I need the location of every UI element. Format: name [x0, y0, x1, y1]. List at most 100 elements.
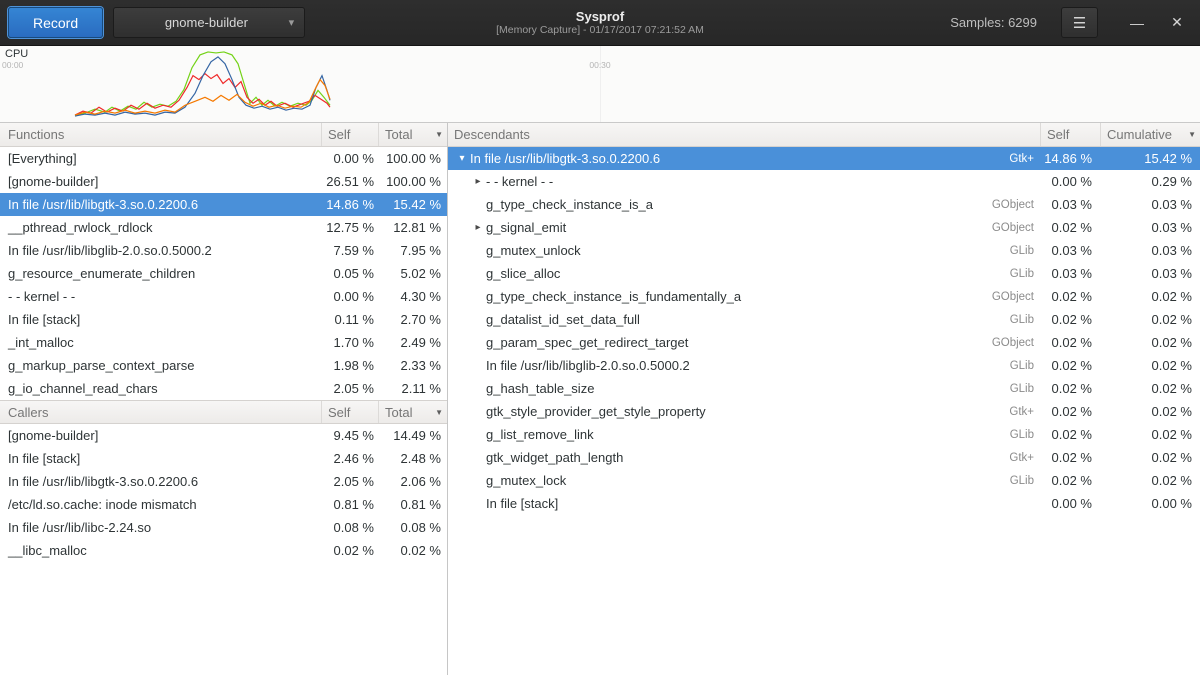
- library-tag: Gtk+: [1009, 406, 1040, 418]
- expander-icon[interactable]: ▸: [470, 222, 486, 233]
- record-button[interactable]: Record: [8, 7, 103, 38]
- descendants-table-row[interactable]: g_type_check_instance_is_a GObject 0.03 …: [448, 193, 1200, 216]
- expander-icon[interactable]: ▸: [470, 176, 486, 187]
- hamburger-icon: ☰: [1073, 15, 1086, 32]
- column-header-callers[interactable]: Callers: [0, 401, 321, 423]
- descendants-table-row[interactable]: ▾ In file /usr/lib/libgtk-3.so.0.2200.6 …: [448, 147, 1200, 170]
- process-selector-dropdown[interactable]: gnome-builder ▾: [113, 7, 305, 38]
- library-tag: GObject: [992, 337, 1040, 349]
- library-tag: GObject: [992, 222, 1040, 234]
- functions-table-row[interactable]: _int_malloc 1.70 % 2.49 %: [0, 331, 447, 354]
- library-tag: GLib: [1010, 245, 1040, 257]
- column-header-total-label: Total: [385, 127, 412, 142]
- menu-button[interactable]: ☰: [1061, 7, 1098, 38]
- descendants-table-row[interactable]: g_list_remove_link GLib 0.02 % 0.02 %: [448, 423, 1200, 446]
- descendant-name-cell: g_mutex_lock GLib: [448, 473, 1040, 488]
- functions-table-row[interactable]: [Everything] 0.00 % 100.00 %: [0, 147, 447, 170]
- column-header-self[interactable]: Self: [1040, 123, 1100, 146]
- descendant-name: g_type_check_instance_is_a: [486, 197, 653, 212]
- functions-table-row[interactable]: g_markup_parse_context_parse 1.98 % 2.33…: [0, 354, 447, 377]
- total-percent: 4.30 %: [378, 289, 447, 304]
- self-percent: 14.86 %: [1040, 151, 1100, 166]
- callers-table-row[interactable]: In file /usr/lib/libc-2.24.so 0.08 % 0.0…: [0, 516, 447, 539]
- sysprof-window: Record gnome-builder ▾ Sysprof [Memory C…: [0, 0, 1200, 675]
- descendant-name-cell: g_datalist_id_set_data_full GLib: [448, 312, 1040, 327]
- descendant-name: g_param_spec_get_redirect_target: [486, 335, 688, 350]
- self-percent: 0.00 %: [1040, 496, 1100, 511]
- self-percent: 2.05 %: [321, 474, 378, 489]
- self-percent: 0.08 %: [321, 520, 378, 535]
- functions-table-row[interactable]: [gnome-builder] 26.51 % 100.00 %: [0, 170, 447, 193]
- descendants-table-row[interactable]: g_hash_table_size GLib 0.02 % 0.02 %: [448, 377, 1200, 400]
- descendants-table-row[interactable]: g_datalist_id_set_data_full GLib 0.02 % …: [448, 308, 1200, 331]
- callers-table-row[interactable]: In file /usr/lib/libgtk-3.so.0.2200.6 2.…: [0, 470, 447, 493]
- functions-table-row[interactable]: g_resource_enumerate_children 0.05 % 5.0…: [0, 262, 447, 285]
- self-percent: 7.59 %: [321, 243, 378, 258]
- descendant-name-cell: g_mutex_unlock GLib: [448, 243, 1040, 258]
- total-percent: 5.02 %: [378, 266, 447, 281]
- descendants-table-row[interactable]: ▸ g_signal_emit GObject 0.02 % 0.03 %: [448, 216, 1200, 239]
- left-panel: Functions Self Total ▼ [Everything] 0.00…: [0, 123, 448, 675]
- callers-table-row[interactable]: In file [stack] 2.46 % 2.48 %: [0, 447, 447, 470]
- cumulative-percent: 0.03 %: [1100, 220, 1200, 235]
- expander-icon[interactable]: ▾: [454, 153, 470, 164]
- caller-name: In file [stack]: [0, 451, 321, 466]
- functions-table-row[interactable]: In file [stack] 0.11 % 2.70 %: [0, 308, 447, 331]
- column-header-total-label: Total: [385, 405, 412, 420]
- functions-table-row[interactable]: In file /usr/lib/libgtk-3.so.0.2200.6 14…: [0, 193, 447, 216]
- minimize-button[interactable]: —: [1122, 8, 1152, 38]
- sort-indicator-icon: ▼: [1188, 130, 1200, 139]
- descendant-name-cell: In file [stack]: [448, 496, 1040, 511]
- cpu-timeline-graph[interactable]: CPU 00:00 00:30: [0, 46, 1200, 123]
- callers-table-row[interactable]: [gnome-builder] 9.45 % 14.49 %: [0, 424, 447, 447]
- library-tag: GLib: [1010, 314, 1040, 326]
- column-header-descendants[interactable]: Descendants: [448, 123, 1040, 146]
- callers-table-row[interactable]: __libc_malloc 0.02 % 0.02 %: [0, 539, 447, 562]
- column-header-total[interactable]: Total ▼: [378, 123, 447, 146]
- descendant-name-cell: g_slice_alloc GLib: [448, 266, 1040, 281]
- total-percent: 2.70 %: [378, 312, 447, 327]
- descendant-name-cell: g_list_remove_link GLib: [448, 427, 1040, 442]
- descendants-table-row[interactable]: g_type_check_instance_is_fundamentally_a…: [448, 285, 1200, 308]
- function-name: [gnome-builder]: [0, 174, 321, 189]
- caller-name: /etc/ld.so.cache: inode mismatch: [0, 497, 321, 512]
- column-header-total[interactable]: Total ▼: [378, 401, 447, 423]
- callers-table-row[interactable]: /etc/ld.so.cache: inode mismatch 0.81 % …: [0, 493, 447, 516]
- descendants-table-row[interactable]: g_mutex_unlock GLib 0.03 % 0.03 %: [448, 239, 1200, 262]
- close-button[interactable]: ✕: [1162, 8, 1192, 38]
- column-header-self[interactable]: Self: [321, 123, 378, 146]
- total-percent: 100.00 %: [378, 151, 447, 166]
- descendants-table-row[interactable]: In file [stack] 0.00 % 0.00 %: [448, 492, 1200, 515]
- cumulative-percent: 0.02 %: [1100, 358, 1200, 373]
- function-name: [Everything]: [0, 151, 321, 166]
- descendants-table-row[interactable]: gtk_widget_path_length Gtk+ 0.02 % 0.02 …: [448, 446, 1200, 469]
- descendants-table-row[interactable]: g_slice_alloc GLib 0.03 % 0.03 %: [448, 262, 1200, 285]
- descendants-table-row[interactable]: gtk_style_provider_get_style_property Gt…: [448, 400, 1200, 423]
- library-tag: GObject: [992, 291, 1040, 303]
- descendants-table-row[interactable]: ▸ - - kernel - - 0.00 % 0.29 %: [448, 170, 1200, 193]
- descendants-table-row[interactable]: g_param_spec_get_redirect_target GObject…: [448, 331, 1200, 354]
- descendant-name-cell: gtk_widget_path_length Gtk+: [448, 450, 1040, 465]
- callers-table-header: Callers Self Total ▼: [0, 400, 447, 424]
- total-percent: 2.49 %: [378, 335, 447, 350]
- function-name: g_resource_enumerate_children: [0, 266, 321, 281]
- column-header-functions[interactable]: Functions: [0, 123, 321, 146]
- cumulative-percent: 0.03 %: [1100, 197, 1200, 212]
- functions-table-row[interactable]: g_io_channel_read_chars 2.05 % 2.11 %: [0, 377, 447, 400]
- functions-table-row[interactable]: In file /usr/lib/libglib-2.0.so.0.5000.2…: [0, 239, 447, 262]
- descendants-table-header: Descendants Self Cumulative ▼: [448, 123, 1200, 147]
- self-percent: 0.03 %: [1040, 243, 1100, 258]
- column-header-cumulative[interactable]: Cumulative ▼: [1100, 123, 1200, 146]
- descendant-name: g_list_remove_link: [486, 427, 594, 442]
- column-header-self[interactable]: Self: [321, 401, 378, 423]
- cumulative-percent: 0.02 %: [1100, 450, 1200, 465]
- functions-table-row[interactable]: __pthread_rwlock_rdlock 12.75 % 12.81 %: [0, 216, 447, 239]
- descendant-name: gtk_style_provider_get_style_property: [486, 404, 706, 419]
- minimize-icon: —: [1130, 15, 1144, 31]
- header-bar: Record gnome-builder ▾ Sysprof [Memory C…: [0, 0, 1200, 46]
- self-percent: 0.02 %: [1040, 289, 1100, 304]
- descendant-name: In file [stack]: [486, 496, 558, 511]
- functions-table-row[interactable]: - - kernel - - 0.00 % 4.30 %: [0, 285, 447, 308]
- descendants-table-row[interactable]: In file /usr/lib/libglib-2.0.so.0.5000.2…: [448, 354, 1200, 377]
- descendants-table-row[interactable]: g_mutex_lock GLib 0.02 % 0.02 %: [448, 469, 1200, 492]
